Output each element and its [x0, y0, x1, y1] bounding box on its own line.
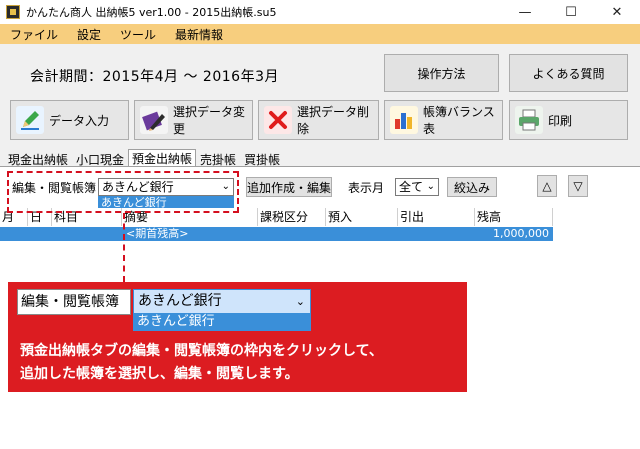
tab-petty-cash[interactable]: 小口現金 — [72, 151, 128, 167]
menu-file[interactable]: ファイル — [0, 26, 67, 43]
app-icon — [6, 5, 20, 19]
callout-book-label: 編集・閲覧帳簿 — [17, 289, 131, 315]
callout-book-value: あきんど銀行 — [138, 293, 222, 309]
tab-receivables[interactable]: 売掛帳 — [196, 151, 240, 167]
callout-book-option: あきんど銀行 — [133, 313, 311, 331]
menu-settings[interactable]: 設定 — [67, 26, 110, 43]
data-entry-button[interactable]: データ入力 — [10, 100, 129, 140]
maximize-button[interactable]: ☐ — [548, 0, 594, 24]
tab-cash-book[interactable]: 現金出納帳 — [4, 151, 72, 167]
change-selected-button[interactable]: 選択データ変更 — [134, 100, 253, 140]
header-tax: 課税区分 — [258, 208, 326, 226]
change-selected-label: 選択データ変更 — [173, 105, 246, 136]
tab-deposit-book[interactable]: 預金出納帳 — [128, 149, 197, 167]
pencil-icon — [16, 106, 44, 134]
callout-line-2: 追加した帳簿を選択し、編集・閲覧します。 — [20, 366, 299, 382]
tab-payables[interactable]: 買掛帳 — [240, 151, 284, 167]
month-label: 表示月 — [348, 181, 385, 195]
help-button[interactable]: 操作方法 — [384, 54, 499, 92]
callout-book-select: あきんど銀行 ⌄ — [133, 289, 311, 314]
bar-chart-icon — [390, 106, 418, 134]
callout-message: 預金出納帳タブの編集・閲覧帳簿の枠内をクリックして、 追加した帳簿を選択し、編集… — [20, 340, 383, 386]
add-edit-button[interactable]: 追加作成・編集 — [246, 177, 332, 197]
header-withdrawal: 引出 — [398, 208, 475, 226]
faq-button[interactable]: よくある質問 — [509, 54, 628, 92]
move-down-button[interactable]: ▽ — [568, 175, 588, 197]
row-memo: <期首残高> — [126, 227, 189, 240]
highlight-frame — [7, 171, 239, 213]
month-select-value: 全て — [399, 180, 424, 194]
print-label: 印刷 — [548, 113, 573, 128]
chevron-down-icon: ⌄ — [295, 295, 305, 308]
window-title: かんたん商人 出納帳5 ver1.00 - 2015出納帳.su5 — [26, 6, 277, 19]
printer-icon — [515, 106, 543, 134]
filter-button[interactable]: 絞込み — [447, 177, 497, 197]
edit-card-icon — [140, 106, 168, 134]
delete-selected-button[interactable]: 選択データ削除 — [258, 100, 379, 140]
row-balance: 1,000,000 — [493, 227, 549, 240]
menu-tools[interactable]: ツール — [110, 26, 165, 43]
close-button[interactable]: ✕ — [594, 0, 640, 24]
delete-icon — [264, 106, 292, 134]
instruction-callout: 編集・閲覧帳簿 あきんど銀行 ⌄ あきんど銀行 預金出納帳タブの編集・閲覧帳簿の… — [8, 282, 467, 392]
table-row[interactable]: <期首残高> 1,000,000 — [0, 227, 553, 241]
header-deposit: 預入 — [326, 208, 398, 226]
month-select[interactable]: 全て ⌄ — [395, 178, 439, 196]
delete-selected-label: 選択データ削除 — [297, 105, 370, 136]
minimize-button[interactable]: — — [502, 0, 548, 24]
title-bar: かんたん商人 出納帳5 ver1.00 - 2015出納帳.su5 — ☐ ✕ — [0, 0, 640, 24]
balance-sheet-label: 帳簿バランス表 — [423, 105, 495, 136]
callout-connector — [123, 213, 125, 282]
data-entry-label: データ入力 — [49, 113, 110, 128]
book-tabs: 現金出納帳 小口現金 預金出納帳 売掛帳 買掛帳 — [4, 149, 284, 167]
print-button[interactable]: 印刷 — [509, 100, 628, 140]
menu-news[interactable]: 最新情報 — [165, 26, 232, 43]
callout-line-1: 預金出納帳タブの編集・閲覧帳簿の枠内をクリックして、 — [20, 343, 383, 359]
balance-sheet-button[interactable]: 帳簿バランス表 — [384, 100, 503, 140]
menu-bar: ファイル 設定 ツール 最新情報 — [0, 24, 640, 44]
move-up-button[interactable]: △ — [537, 175, 557, 197]
accounting-period: 会計期間：2015年4月 〜 2016年3月 — [30, 69, 279, 85]
chevron-down-icon: ⌄ — [426, 181, 435, 192]
header-balance: 残高 — [475, 208, 553, 226]
